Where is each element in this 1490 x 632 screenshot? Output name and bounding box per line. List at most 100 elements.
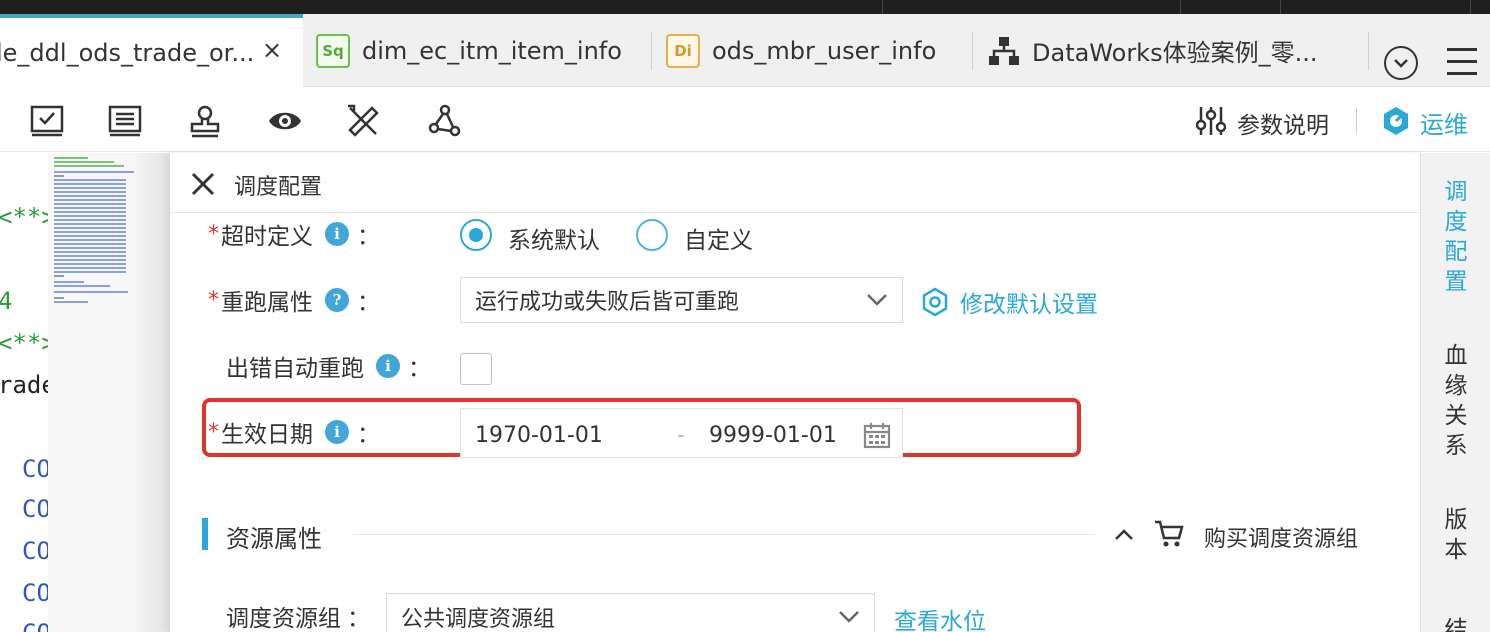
strip-divider — [882, 0, 883, 14]
code-editor[interactable]: <**> 4 <**> rade CO CO CO CO CO — [0, 153, 48, 632]
effective-date-label: * 生效日期 i ： — [208, 415, 380, 449]
tab-divider — [1368, 32, 1369, 70]
code-line: CO — [22, 579, 48, 607]
vtab-label: 结 — [1444, 617, 1468, 632]
code-line: CO — [22, 537, 48, 565]
section-divider — [354, 534, 1094, 535]
chevron-up-icon[interactable] — [1114, 527, 1134, 541]
tab-label: le_ddl_ods_trade_or... — [0, 38, 255, 67]
toolbar-divider — [1356, 108, 1357, 134]
sitemap-icon — [989, 36, 1019, 65]
close-icon[interactable] — [190, 171, 216, 197]
select-value: 运行成功或失败后皆可重跑 — [475, 290, 740, 315]
vtab-schedule-config[interactable]: 调度配置 — [1421, 177, 1490, 297]
chevron-down-icon — [839, 611, 859, 623]
help-icon[interactable]: ? — [325, 288, 349, 312]
sql-node-icon: Sq — [316, 33, 350, 68]
timeout-system-default-radio[interactable] — [460, 219, 492, 251]
auto-rerun-checkbox[interactable] — [460, 353, 492, 385]
tab-list-dropdown-button[interactable] — [1384, 46, 1418, 80]
label-colon: ： — [347, 606, 370, 632]
panel-title: 调度配置 — [234, 175, 323, 200]
code-minimap[interactable] — [48, 153, 136, 632]
required-mark: * — [208, 221, 219, 247]
code-line: rade — [0, 371, 48, 399]
sliders-icon[interactable] — [1196, 105, 1226, 137]
vtab-lineage[interactable]: 血缘关系 — [1421, 341, 1490, 461]
check-square-icon[interactable] — [30, 104, 64, 138]
hexagon-settings-icon — [922, 287, 948, 317]
tab-divider — [651, 32, 652, 70]
menu-icon[interactable] — [1447, 48, 1477, 84]
vtab-label: 版本 — [1444, 507, 1468, 563]
timeout-label-text: 超时定义 — [221, 224, 313, 250]
code-line: CO — [22, 455, 48, 483]
timeout-custom-radio[interactable] — [636, 219, 668, 251]
right-side-tabs: 调度配置 血缘关系 版本 结 — [1420, 153, 1490, 632]
node-graph-icon[interactable] — [428, 104, 462, 138]
chevron-down-icon — [867, 294, 887, 306]
required-mark: * — [208, 419, 219, 445]
rerun-property-select[interactable]: 运行成功或失败后皆可重跑 — [460, 277, 903, 323]
tab-label: DataWorks体验案例_零... — [1032, 39, 1318, 67]
effective-date-range-picker[interactable]: 1970-01-01 - 9999-01-01 — [460, 408, 903, 458]
operations-button[interactable]: 运维 — [1420, 105, 1468, 140]
vtab-version[interactable]: 版本 — [1421, 505, 1490, 565]
close-tab-icon[interactable]: × — [262, 36, 282, 64]
tab-label: ods_mbr_user_info — [712, 36, 937, 65]
eye-icon[interactable] — [268, 104, 302, 138]
resource-group-select[interactable]: 公共调度资源组 — [386, 593, 875, 632]
info-icon[interactable]: i — [376, 354, 400, 378]
list-document-icon[interactable] — [108, 104, 142, 138]
rerun-label-text: 重跑属性 — [221, 290, 313, 316]
label-colon: ： — [357, 290, 380, 316]
tab-label: dim_ec_itm_item_info — [362, 36, 622, 65]
auto-rerun-label-text: 出错自动重跑 — [226, 356, 364, 382]
section-accent-bar — [202, 518, 208, 550]
vtab-label: 调度配置 — [1444, 179, 1468, 295]
data-integration-icon: Di — [666, 33, 700, 68]
tab-ods-mbr-user-info[interactable]: Di ods_mbr_user_info — [666, 14, 966, 87]
view-water-level-link[interactable]: 查看水位 — [894, 602, 986, 632]
ruler-pencil-icon[interactable] — [346, 104, 380, 138]
start-date-input[interactable]: 1970-01-01 — [475, 423, 603, 448]
select-value: 公共调度资源组 — [401, 607, 556, 632]
chevron-down-icon — [1394, 59, 1408, 68]
code-line: <**> — [0, 203, 48, 231]
date-separator: - — [677, 423, 685, 448]
effective-date-label-text: 生效日期 — [221, 422, 313, 448]
label-colon: ： — [357, 224, 380, 250]
operations-icon[interactable] — [1381, 106, 1411, 136]
tab-ods-trade-order[interactable]: le_ddl_ods_trade_or... — [0, 14, 303, 87]
tab-dim-ec-itm-item-info[interactable]: Sq dim_ec_itm_item_info — [316, 14, 638, 87]
code-line: CO — [22, 495, 48, 523]
buy-resource-group-link[interactable]: 购买调度资源组 — [1204, 521, 1358, 553]
rerun-label: * 重跑属性 ? ： — [208, 283, 380, 317]
code-line: 4 — [0, 287, 13, 315]
required-mark: * — [208, 287, 219, 313]
radio-label: 自定义 — [684, 228, 753, 254]
editor-toolbar: 参数说明 运维 — [0, 88, 1490, 152]
panel-header: 调度配置 — [170, 153, 1420, 213]
info-icon[interactable]: i — [325, 420, 349, 444]
tab-dataworks-demo[interactable]: DataWorks体验案例_零... — [988, 14, 1348, 87]
modify-default-settings-link[interactable]: 修改默认设置 — [920, 285, 1098, 319]
strip-divider — [1470, 0, 1471, 14]
calendar-icon[interactable] — [863, 421, 891, 449]
info-icon[interactable]: i — [325, 222, 349, 246]
resource-group-label: 调度资源组 ： — [226, 599, 370, 632]
shopping-cart-icon[interactable] — [1154, 518, 1184, 548]
end-date-input[interactable]: 9999-01-01 — [709, 423, 837, 448]
timeout-label: * 超时定义 i ： — [208, 217, 380, 251]
radio-label: 系统默认 — [508, 228, 600, 254]
param-description-button[interactable]: 参数说明 — [1237, 106, 1329, 140]
resource-group-label-text: 调度资源组 — [226, 606, 341, 632]
strip-divider — [1180, 0, 1181, 14]
file-tab-bar: le_ddl_ods_trade_or... × Sq dim_ec_itm_i… — [0, 14, 1490, 87]
label-colon: ： — [408, 356, 431, 382]
strip-divider — [1280, 0, 1281, 14]
resource-section-title: 资源属性 — [226, 525, 322, 553]
vtab-structure[interactable]: 结 — [1421, 615, 1490, 632]
auto-rerun-label: 出错自动重跑 i ： — [226, 349, 431, 383]
stamp-icon[interactable] — [188, 104, 222, 138]
